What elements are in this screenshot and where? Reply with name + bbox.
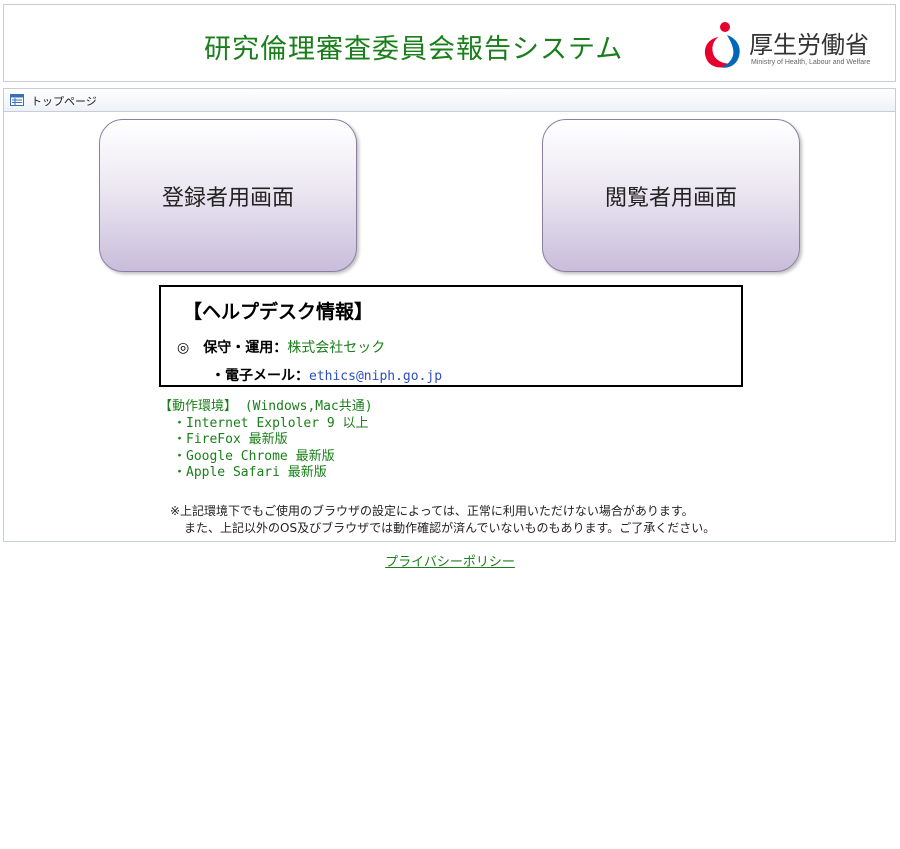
logo-text-en: Ministry of Health, Labour and Welfare bbox=[751, 59, 871, 66]
email-value: ethics@niph.go.jp bbox=[309, 369, 443, 384]
email-label: ・電子メール： bbox=[211, 368, 309, 384]
page: 研究倫理審査委員会報告システム 厚生労働省 Ministry of Health… bbox=[0, 0, 900, 849]
environment-block: 【動作環境】 (Windows,Mac共通) ・Internet Explole… bbox=[159, 399, 373, 482]
panel-header: トップページ bbox=[4, 89, 895, 112]
panel-title: トップページ bbox=[31, 95, 97, 108]
privacy-policy-link[interactable]: プライバシーポリシー bbox=[385, 555, 515, 570]
mhlw-logo: 厚生労働省 Ministry of Health, Labour and Wel… bbox=[699, 19, 879, 71]
viewer-screen-button[interactable]: 閲覧者用画面 bbox=[542, 119, 800, 272]
environment-item: ・Internet Exploler 9 以上 bbox=[173, 415, 369, 431]
site-title: 研究倫理審査委員会報告システム bbox=[204, 34, 624, 65]
helpdesk-title: 【ヘルプデスク情報】 bbox=[183, 301, 374, 323]
maintenance-label: 保守・運用： bbox=[203, 340, 288, 356]
helpdesk-box: 【ヘルプデスク情報】 ◎ 保守・運用：株式会社セック ・電子メール：ethics@… bbox=[159, 285, 743, 387]
registrant-screen-label: 登録者用画面 bbox=[161, 185, 294, 211]
email-row: ・電子メール：ethics@niph.go.jp bbox=[211, 365, 442, 385]
environment-item: ・Apple Safari 最新版 bbox=[173, 465, 327, 480]
note-line: また、上記以外のOS及びブラウザでは動作確認が済んでいないものもあります。ご了承… bbox=[184, 521, 716, 535]
notes: ※上記環境下でもご使用のブラウザの設定によっては、正常に利用いただけない場合があ… bbox=[170, 503, 715, 537]
maintenance-value: 株式会社セック bbox=[287, 340, 386, 356]
note-line: ※上記環境下でもご使用のブラウザの設定によっては、正常に利用いただけない場合があ… bbox=[170, 504, 694, 518]
footer: プライバシーポリシー bbox=[0, 551, 900, 570]
registrant-screen-button[interactable]: 登録者用画面 bbox=[99, 119, 357, 272]
environment-item: ・FireFox 最新版 bbox=[173, 432, 288, 447]
environment-item: ・Google Chrome 最新版 bbox=[173, 448, 335, 464]
main-panel: トップページ 登録者用画面 閲覧者用画面 【ヘルプデスク情報】 ◎ 保守・運用：株… bbox=[3, 88, 896, 542]
bullet-icon: ◎ bbox=[177, 340, 190, 356]
page-icon bbox=[10, 94, 24, 106]
header: 研究倫理審査委員会報告システム 厚生労働省 Ministry of Health… bbox=[3, 4, 896, 82]
mhlw-emblem-icon bbox=[704, 22, 740, 68]
maintenance-row: ◎ 保守・運用：株式会社セック bbox=[177, 337, 385, 357]
environment-heading: 【動作環境】 (Windows,Mac共通) bbox=[159, 399, 373, 414]
logo-text-ja: 厚生労働省 bbox=[749, 31, 869, 59]
viewer-screen-label: 閲覧者用画面 bbox=[604, 185, 737, 211]
